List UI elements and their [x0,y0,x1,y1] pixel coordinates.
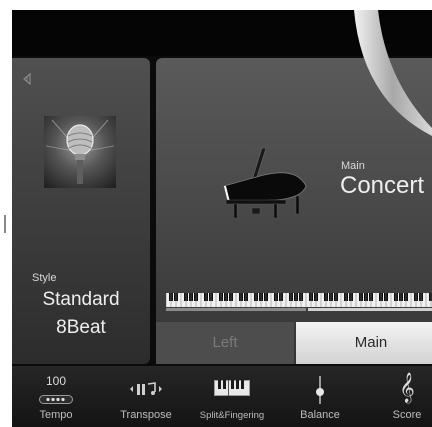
part-tabs: Left Main [156,322,432,364]
split-keyboard-icon [214,380,250,401]
tempo-button[interactable]: 100 Tempo [26,366,86,427]
style-panel[interactable]: Style Standard 8Beat [12,58,150,364]
keyboard-graphic [165,293,432,318]
split-fingering-button[interactable]: Split&Fingering [190,366,274,427]
tab-main[interactable]: Main [296,322,432,364]
transpose-button[interactable]: Transpose [108,366,184,427]
split-fingering-label: Split&Fingering [199,410,265,421]
voice-name[interactable]: Concert [340,172,424,200]
tempo-value: 100 [45,374,67,388]
treble-clef-icon: 𝄞 [399,373,415,403]
page-curl-overlay [342,10,432,155]
tempo-label: Tempo [39,409,73,421]
transpose-label: Transpose [120,409,172,421]
tempo-dots-icon [39,391,73,409]
grand-piano-image [216,146,310,225]
microphone-image [44,116,116,188]
edge-divider [4,215,6,233]
bottom-toolbar: 100 Tempo Transpose Split&Fingering Bala… [12,366,432,427]
voice-part-label: Main [341,160,365,172]
score-button[interactable]: 𝄞 Score [382,366,432,427]
chevron-left-icon[interactable] [22,72,32,90]
balance-button[interactable]: Balance [290,366,350,427]
main-screen: Style Standard 8Beat Main Concert Left M… [12,10,432,427]
tab-left[interactable]: Left [156,322,294,364]
balance-label: Balance [300,409,340,421]
style-category-label: Style [32,272,57,284]
score-label: Score [392,409,422,421]
transpose-icon [129,380,163,403]
balance-slider-icon [315,376,325,409]
style-name[interactable]: Standard 8Beat [16,286,146,342]
